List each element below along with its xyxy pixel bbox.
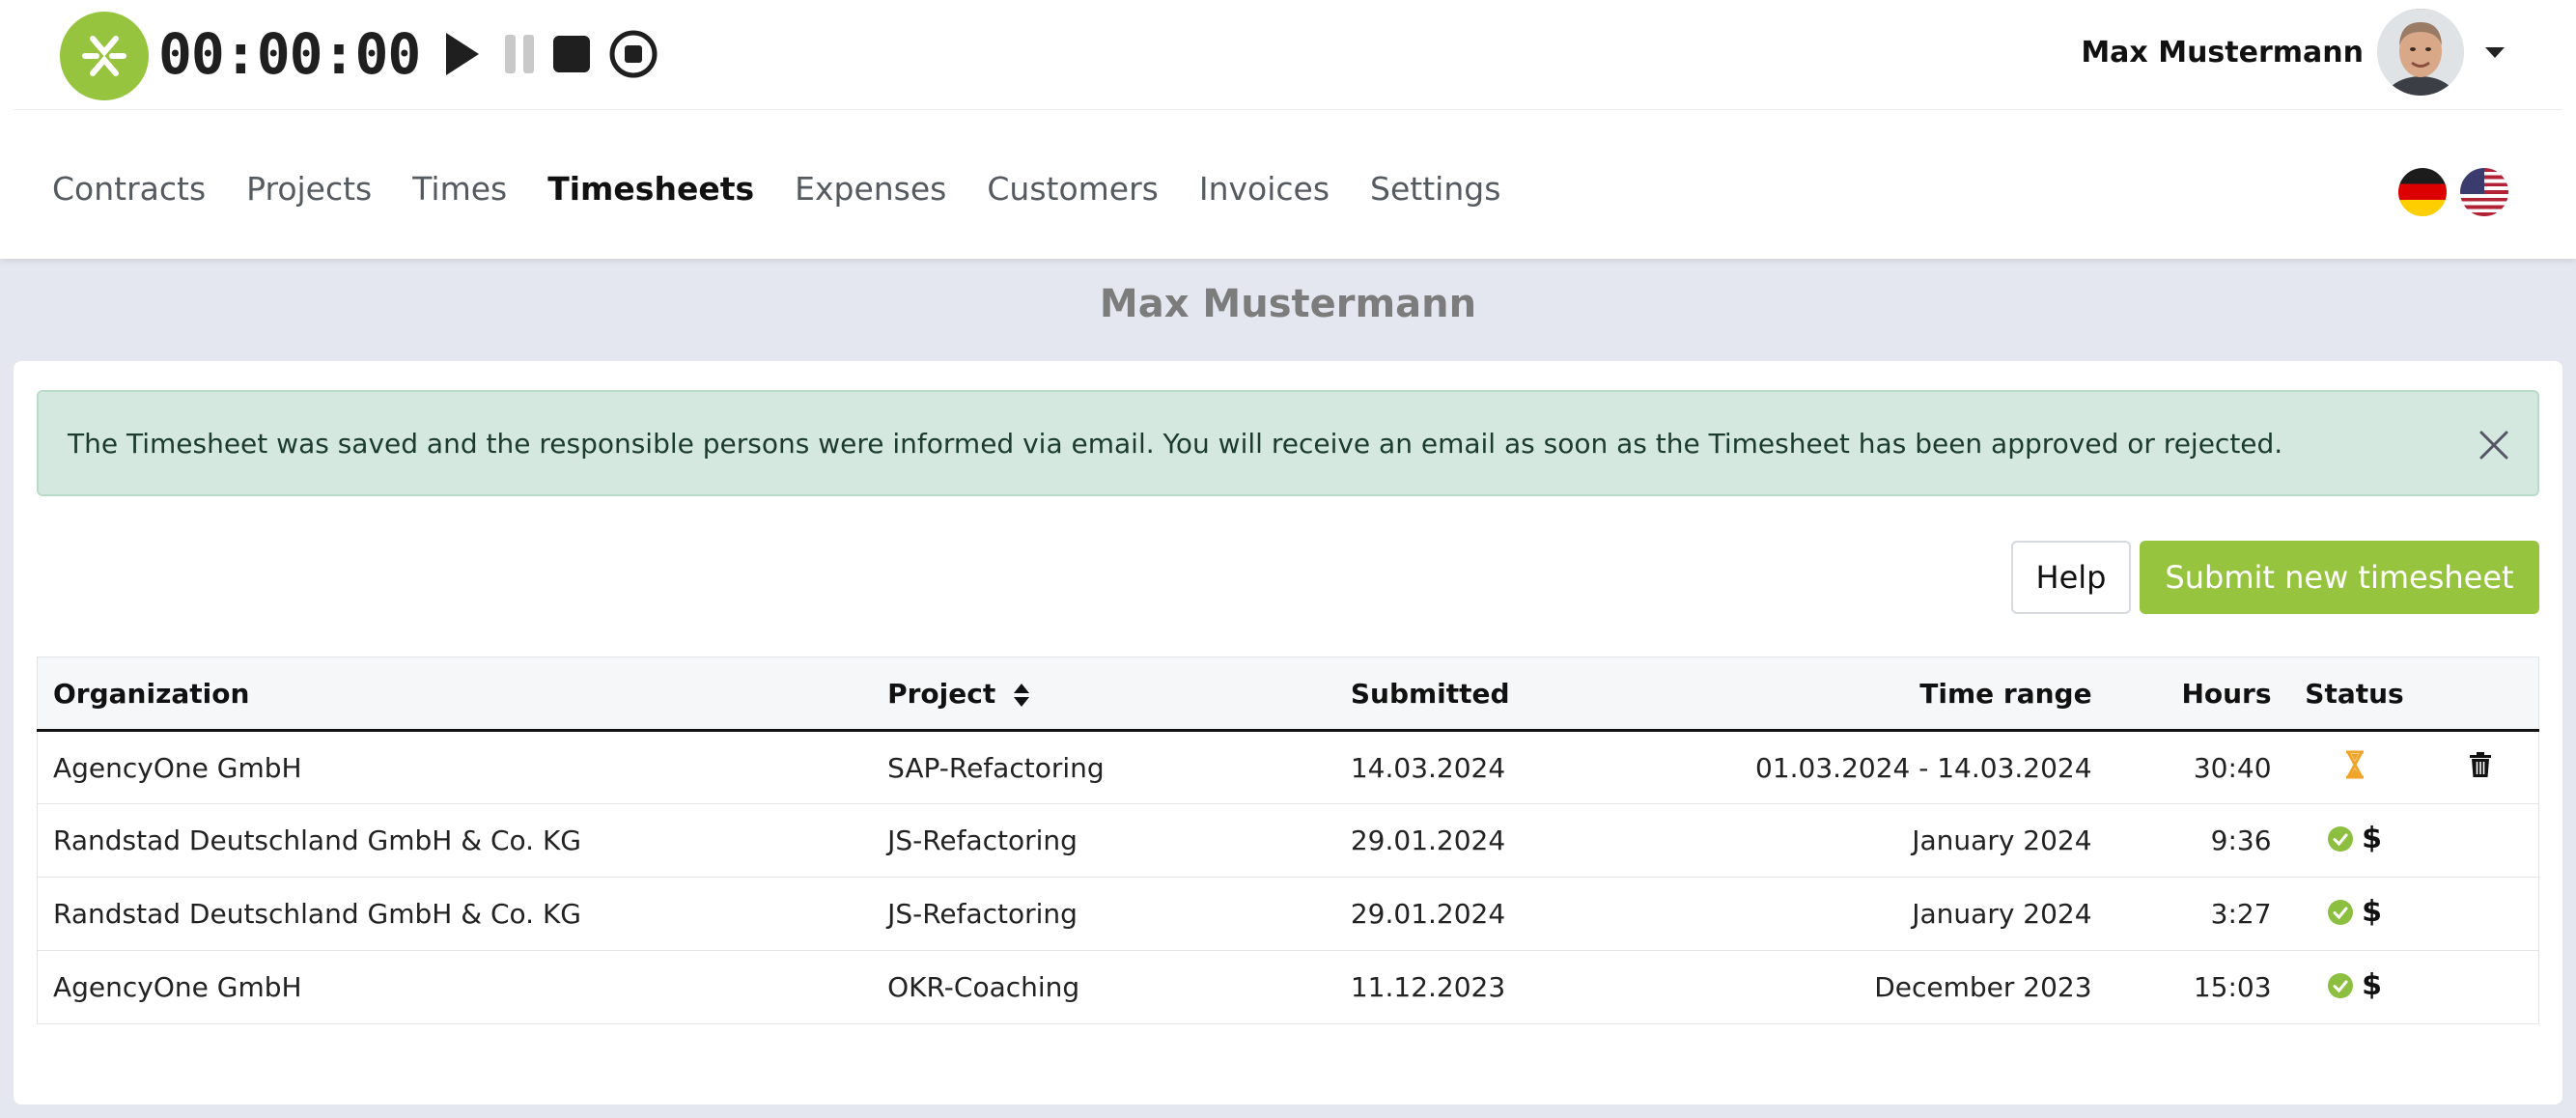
page-title: Max Mustermann — [1099, 282, 1477, 326]
nav-customers[interactable]: Customers — [987, 164, 1159, 214]
timer-bar: 00:00:00 Max Mustermann — [14, 0, 2562, 110]
cell-submitted: 29.01.2024 — [1334, 803, 1625, 878]
cell-hours: 15:03 — [2107, 950, 2287, 1024]
help-button[interactable]: Help — [2011, 541, 2131, 614]
close-icon[interactable] — [2478, 429, 2510, 461]
cell-submitted: 11.12.2023 — [1334, 950, 1625, 1024]
user-name: Max Mustermann — [2081, 35, 2364, 70]
cell-status: $ — [2286, 877, 2422, 951]
timer-display: 00:00:00 — [158, 21, 421, 87]
table-row[interactable]: AgencyOne GmbH OKR-Coaching 11.12.2023 D… — [37, 950, 2539, 1024]
nav-invoices[interactable]: Invoices — [1199, 164, 1330, 214]
cell-project: JS-Refactoring — [872, 877, 1335, 951]
timesheets-card: The Timesheet was saved and the responsi… — [14, 361, 2562, 1104]
table-row[interactable]: AgencyOne GmbH SAP-Refactoring 14.03.202… — [37, 730, 2539, 804]
play-icon[interactable] — [442, 31, 481, 77]
top-bar: 00:00:00 Max Mustermann Contracts Projec… — [0, 0, 2576, 259]
invoiced-icon: $ — [2362, 822, 2382, 856]
app-logo[interactable] — [60, 12, 149, 100]
cell-actions — [2422, 730, 2539, 804]
cell-organization: AgencyOne GmbH — [37, 730, 873, 804]
cell-time-range: January 2024 — [1624, 803, 2108, 878]
cell-submitted: 14.03.2024 — [1334, 730, 1625, 804]
column-header-actions — [2422, 657, 2539, 732]
nav-times[interactable]: Times — [412, 164, 507, 214]
timesheets-table: Organization Project Submitted Time rang… — [37, 657, 2539, 1024]
nav-timesheets[interactable]: Timesheets — [547, 164, 754, 214]
user-menu[interactable]: Max Mustermann — [2081, 6, 2505, 98]
success-alert: The Timesheet was saved and the responsi… — [37, 390, 2539, 496]
cell-time-range: January 2024 — [1624, 877, 2108, 951]
cell-time-range: 01.03.2024 - 14.03.2024 — [1624, 730, 2108, 804]
check-circle-icon — [2328, 825, 2354, 852]
chevron-down-icon[interactable] — [2485, 46, 2505, 58]
pause-icon[interactable] — [500, 31, 539, 77]
stop-circle-icon[interactable] — [608, 29, 658, 79]
cell-status — [2286, 730, 2422, 804]
alert-message: The Timesheet was saved and the responsi… — [68, 427, 2283, 460]
logo-icon — [82, 36, 126, 76]
main-nav: Contracts Projects Times Timesheets Expe… — [52, 164, 1541, 214]
cell-organization: Randstad Deutschland GmbH & Co. KG — [37, 803, 873, 878]
cell-hours: 3:27 — [2107, 877, 2287, 951]
table-row[interactable]: Randstad Deutschland GmbH & Co. KG JS-Re… — [37, 877, 2539, 951]
cell-status: $ — [2286, 950, 2422, 1024]
nav-projects[interactable]: Projects — [246, 164, 372, 214]
cell-actions — [2422, 950, 2539, 1024]
us-flag-icon[interactable] — [2460, 168, 2508, 216]
nav-expenses[interactable]: Expenses — [795, 164, 946, 214]
invoiced-icon: $ — [2362, 968, 2382, 1003]
column-header-organization: Organization — [37, 657, 873, 732]
sort-icon[interactable] — [1013, 683, 1030, 708]
table-header-row: Organization Project Submitted Time rang… — [37, 657, 2539, 732]
cell-project: SAP-Refactoring — [872, 730, 1335, 804]
column-header-time-range: Time range — [1624, 657, 2108, 732]
column-header-project-label: Project — [887, 677, 996, 710]
cell-organization: AgencyOne GmbH — [37, 950, 873, 1024]
stop-icon[interactable] — [552, 31, 591, 77]
trash-icon[interactable] — [2469, 751, 2492, 778]
column-header-hours: Hours — [2107, 657, 2287, 732]
cell-actions — [2422, 877, 2539, 951]
submit-new-timesheet-button[interactable]: Submit new timesheet — [2140, 541, 2539, 614]
language-switcher — [2398, 168, 2508, 216]
check-circle-icon — [2328, 972, 2354, 998]
cell-hours: 30:40 — [2107, 730, 2287, 804]
nav-contracts[interactable]: Contracts — [52, 164, 206, 214]
cell-time-range: December 2023 — [1624, 950, 2108, 1024]
avatar[interactable] — [2377, 9, 2464, 96]
check-circle-icon — [2328, 899, 2354, 925]
nav-settings[interactable]: Settings — [1370, 164, 1500, 214]
cell-project: JS-Refactoring — [872, 803, 1335, 878]
cell-status: $ — [2286, 803, 2422, 878]
cell-actions — [2422, 803, 2539, 878]
column-header-status: Status — [2286, 657, 2422, 732]
column-header-project[interactable]: Project — [872, 657, 1335, 732]
cell-organization: Randstad Deutschland GmbH & Co. KG — [37, 877, 873, 951]
hourglass-icon — [2345, 750, 2364, 778]
german-flag-icon[interactable] — [2398, 168, 2447, 216]
column-header-submitted: Submitted — [1334, 657, 1625, 732]
table-row[interactable]: Randstad Deutschland GmbH & Co. KG JS-Re… — [37, 803, 2539, 878]
cell-hours: 9:36 — [2107, 803, 2287, 878]
cell-project: OKR-Coaching — [872, 950, 1335, 1024]
cell-submitted: 29.01.2024 — [1334, 877, 1625, 951]
invoiced-icon: $ — [2362, 895, 2382, 930]
